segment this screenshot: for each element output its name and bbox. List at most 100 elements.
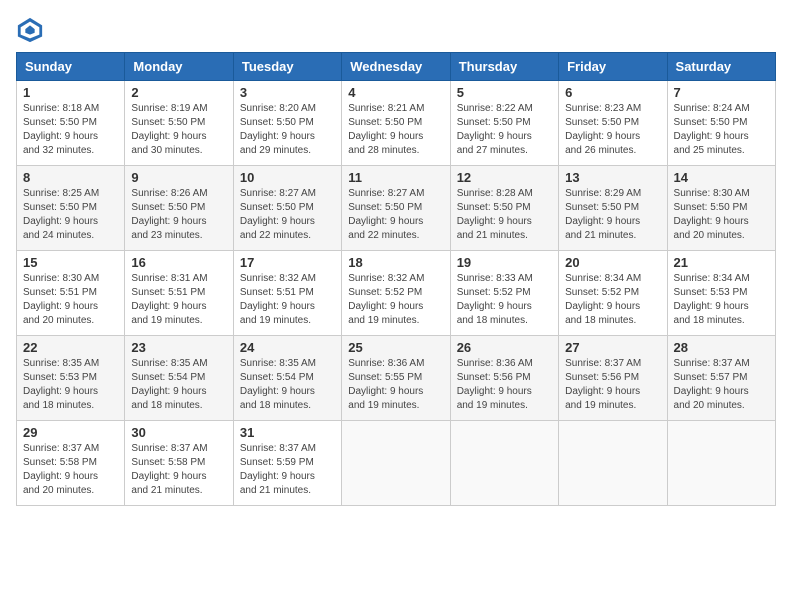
calendar-week-row: 22Sunrise: 8:35 AM Sunset: 5:53 PM Dayli…	[17, 336, 776, 421]
day-info: Sunrise: 8:35 AM Sunset: 5:54 PM Dayligh…	[240, 357, 335, 413]
calendar-day-cell: 25 Sunrise: 8:36 AM Sunset: 5:55 PM Dayli…	[342, 336, 450, 421]
day-info: Sunrise: 8:19 AM Sunset: 5:50 PM Dayligh…	[131, 102, 226, 158]
calendar-day-cell: 9 Sunrise: 8:26 AM Sunset: 5:50 PM Daylig…	[125, 166, 233, 251]
calendar-day-cell: 24 Sunrise: 8:35 AM Sunset: 5:54 PM Dayli…	[233, 336, 341, 421]
calendar-day-cell: 8 Sunrise: 8:25 AM Sunset: 5:50 PM Daylig…	[17, 166, 125, 251]
calendar-day-cell: 19Sunrise: 8:33 AM Sunset: 5:52 PM Dayli…	[450, 251, 558, 336]
day-info: Sunrise: 8:35 AM Sunset: 5:53 PM Dayligh…	[23, 357, 118, 413]
day-info: Sunrise: 8:24 AM Sunset: 5:50 PM Dayligh…	[674, 102, 769, 158]
day-number: 6	[565, 85, 660, 100]
day-info: Sunrise: 8:35 AM Sunset: 5:54 PM Dayligh…	[131, 357, 226, 413]
day-info: Sunrise: 8:32 AM Sunset: 5:51 PM Dayligh…	[240, 272, 335, 328]
calendar-week-row: 8 Sunrise: 8:25 AM Sunset: 5:50 PM Daylig…	[17, 166, 776, 251]
calendar-header-cell: Saturday	[667, 53, 775, 81]
day-info: Sunrise: 8:36 AM Sunset: 5:56 PM Dayligh…	[457, 357, 552, 413]
day-info: Sunrise: 8:26 AM Sunset: 5:50 PM Dayligh…	[131, 187, 226, 243]
day-info: Sunrise: 8:18 AM Sunset: 5:50 PM Dayligh…	[23, 102, 118, 158]
calendar-week-row: 15 Sunrise: 8:30 AM Sunset: 5:51 PM Dayli…	[17, 251, 776, 336]
calendar-header-cell: Friday	[559, 53, 667, 81]
calendar-day-cell: 27 Sunrise: 8:37 AM Sunset: 5:56 PM Dayli…	[559, 336, 667, 421]
day-info: Sunrise: 8:33 AM Sunset: 5:52 PM Dayligh…	[457, 272, 552, 328]
calendar-day-cell: 29 Sunrise: 8:37 AM Sunset: 5:58 PM Dayli…	[17, 421, 125, 506]
day-info: Sunrise: 8:37 AM Sunset: 5:58 PM Dayligh…	[23, 442, 118, 498]
calendar-day-cell: 30 Sunrise: 8:37 AM Sunset: 5:58 PM Dayli…	[125, 421, 233, 506]
day-info: Sunrise: 8:29 AM Sunset: 5:50 PM Dayligh…	[565, 187, 660, 243]
day-number: 29	[23, 425, 118, 440]
day-number: 1	[23, 85, 118, 100]
calendar-day-cell: 3 Sunrise: 8:20 AM Sunset: 5:50 PM Daylig…	[233, 81, 341, 166]
calendar-header-cell: Tuesday	[233, 53, 341, 81]
day-number: 27	[565, 340, 660, 355]
day-info: Sunrise: 8:36 AM Sunset: 5:55 PM Dayligh…	[348, 357, 443, 413]
day-info: Sunrise: 8:30 AM Sunset: 5:50 PM Dayligh…	[674, 187, 769, 243]
calendar-day-cell: 21Sunrise: 8:34 AM Sunset: 5:53 PM Dayli…	[667, 251, 775, 336]
calendar-day-cell: 13Sunrise: 8:29 AM Sunset: 5:50 PM Dayli…	[559, 166, 667, 251]
day-number: 2	[131, 85, 226, 100]
calendar-header-cell: Sunday	[17, 53, 125, 81]
calendar-header-row: SundayMondayTuesdayWednesdayThursdayFrid…	[17, 53, 776, 81]
calendar-header-cell: Thursday	[450, 53, 558, 81]
calendar-day-cell	[342, 421, 450, 506]
day-info: Sunrise: 8:20 AM Sunset: 5:50 PM Dayligh…	[240, 102, 335, 158]
day-info: Sunrise: 8:22 AM Sunset: 5:50 PM Dayligh…	[457, 102, 552, 158]
calendar-day-cell: 16 Sunrise: 8:31 AM Sunset: 5:51 PM Dayli…	[125, 251, 233, 336]
calendar-day-cell: 1 Sunrise: 8:18 AM Sunset: 5:50 PM Daylig…	[17, 81, 125, 166]
day-info: Sunrise: 8:37 AM Sunset: 5:58 PM Dayligh…	[131, 442, 226, 498]
day-number: 18	[348, 255, 443, 270]
calendar-day-cell: 18 Sunrise: 8:32 AM Sunset: 5:52 PM Dayli…	[342, 251, 450, 336]
day-number: 8	[23, 170, 118, 185]
day-number: 10	[240, 170, 335, 185]
day-number: 31	[240, 425, 335, 440]
day-number: 16	[131, 255, 226, 270]
calendar-day-cell: 15 Sunrise: 8:30 AM Sunset: 5:51 PM Dayli…	[17, 251, 125, 336]
day-number: 26	[457, 340, 552, 355]
day-info: Sunrise: 8:30 AM Sunset: 5:51 PM Dayligh…	[23, 272, 118, 328]
calendar-day-cell: 5 Sunrise: 8:22 AM Sunset: 5:50 PM Daylig…	[450, 81, 558, 166]
calendar-table: SundayMondayTuesdayWednesdayThursdayFrid…	[16, 52, 776, 506]
calendar-day-cell: 14 Sunrise: 8:30 AM Sunset: 5:50 PM Dayli…	[667, 166, 775, 251]
day-info: Sunrise: 8:37 AM Sunset: 5:57 PM Dayligh…	[674, 357, 769, 413]
calendar-day-cell: 10Sunrise: 8:27 AM Sunset: 5:50 PM Dayli…	[233, 166, 341, 251]
calendar-day-cell: 2 Sunrise: 8:19 AM Sunset: 5:50 PM Daylig…	[125, 81, 233, 166]
day-number: 12	[457, 170, 552, 185]
day-number: 4	[348, 85, 443, 100]
calendar-day-cell	[559, 421, 667, 506]
calendar-week-row: 1 Sunrise: 8:18 AM Sunset: 5:50 PM Daylig…	[17, 81, 776, 166]
day-info: Sunrise: 8:32 AM Sunset: 5:52 PM Dayligh…	[348, 272, 443, 328]
day-number: 21	[674, 255, 769, 270]
day-number: 3	[240, 85, 335, 100]
day-number: 9	[131, 170, 226, 185]
calendar-day-cell: 31Sunrise: 8:37 AM Sunset: 5:59 PM Dayli…	[233, 421, 341, 506]
calendar-day-cell: 23 Sunrise: 8:35 AM Sunset: 5:54 PM Dayli…	[125, 336, 233, 421]
calendar-header-cell: Wednesday	[342, 53, 450, 81]
day-number: 23	[131, 340, 226, 355]
day-number: 20	[565, 255, 660, 270]
calendar-day-cell: 7 Sunrise: 8:24 AM Sunset: 5:50 PM Daylig…	[667, 81, 775, 166]
day-number: 15	[23, 255, 118, 270]
calendar-body: 1 Sunrise: 8:18 AM Sunset: 5:50 PM Daylig…	[17, 81, 776, 506]
day-info: Sunrise: 8:31 AM Sunset: 5:51 PM Dayligh…	[131, 272, 226, 328]
calendar-day-cell: 6 Sunrise: 8:23 AM Sunset: 5:50 PM Daylig…	[559, 81, 667, 166]
calendar-day-cell: 26 Sunrise: 8:36 AM Sunset: 5:56 PM Dayli…	[450, 336, 558, 421]
day-number: 25	[348, 340, 443, 355]
logo	[16, 16, 48, 44]
calendar-header-cell: Monday	[125, 53, 233, 81]
day-number: 5	[457, 85, 552, 100]
calendar-day-cell	[450, 421, 558, 506]
day-number: 14	[674, 170, 769, 185]
logo-icon	[16, 16, 44, 44]
calendar-day-cell: 11Sunrise: 8:27 AM Sunset: 5:50 PM Dayli…	[342, 166, 450, 251]
calendar-day-cell: 22Sunrise: 8:35 AM Sunset: 5:53 PM Dayli…	[17, 336, 125, 421]
day-number: 24	[240, 340, 335, 355]
calendar-day-cell: 28Sunrise: 8:37 AM Sunset: 5:57 PM Dayli…	[667, 336, 775, 421]
day-info: Sunrise: 8:25 AM Sunset: 5:50 PM Dayligh…	[23, 187, 118, 243]
day-number: 30	[131, 425, 226, 440]
day-info: Sunrise: 8:34 AM Sunset: 5:52 PM Dayligh…	[565, 272, 660, 328]
day-info: Sunrise: 8:27 AM Sunset: 5:50 PM Dayligh…	[348, 187, 443, 243]
calendar-day-cell: 4 Sunrise: 8:21 AM Sunset: 5:50 PM Daylig…	[342, 81, 450, 166]
day-info: Sunrise: 8:37 AM Sunset: 5:56 PM Dayligh…	[565, 357, 660, 413]
day-number: 7	[674, 85, 769, 100]
day-info: Sunrise: 8:23 AM Sunset: 5:50 PM Dayligh…	[565, 102, 660, 158]
day-info: Sunrise: 8:21 AM Sunset: 5:50 PM Dayligh…	[348, 102, 443, 158]
day-number: 17	[240, 255, 335, 270]
